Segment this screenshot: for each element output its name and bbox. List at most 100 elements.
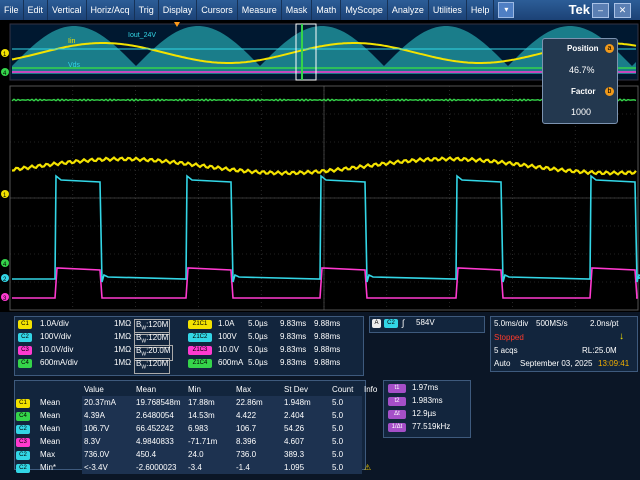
meas-cell: 5.0 bbox=[330, 448, 362, 461]
menu-measure[interactable]: Measure bbox=[238, 0, 282, 20]
meas-row[interactable]: C4 Mean 4.39A 2.6480054 14.53m 4.422 2.404 5.0 bbox=[14, 409, 388, 422]
menu-trig[interactable]: Trig bbox=[135, 0, 159, 20]
meas-cell: Max bbox=[40, 450, 56, 459]
menu-help[interactable]: Help bbox=[467, 0, 495, 20]
meas-channel-badge: C2 bbox=[16, 451, 30, 460]
menu-vertical[interactable]: Vertical bbox=[48, 0, 87, 20]
trigger-slope-icon: ∫ bbox=[402, 318, 405, 328]
meas-cell: 5.0 bbox=[330, 422, 362, 435]
zoom-badge[interactable]: Z1C3 bbox=[188, 346, 212, 355]
channel-badge[interactable]: C4 bbox=[18, 359, 32, 368]
acq-state: Stopped bbox=[494, 333, 524, 342]
zoom-factor-value[interactable]: 1000 bbox=[571, 107, 591, 117]
label-vds: Vds bbox=[68, 62, 81, 69]
minimize-button[interactable]: – bbox=[592, 3, 609, 18]
channel-scale: 100V/div bbox=[40, 332, 72, 341]
meas-row[interactable]: C2 Mean 106.7V 66.452242 6.983 106.7 54.26 5.0 bbox=[14, 422, 388, 435]
meas-cell: 1.948m bbox=[282, 396, 330, 409]
zoom-time: 5.0µs bbox=[248, 345, 268, 354]
meas-cell: -1.4 bbox=[234, 461, 282, 474]
channel-impedance: 1MΩ bbox=[114, 319, 132, 328]
sample-rate: 500MS/s bbox=[536, 319, 568, 328]
meas-cell: 54.26 bbox=[282, 422, 330, 435]
resolution: 2.0ns/pt bbox=[590, 319, 619, 328]
channel-impedance: 1MΩ bbox=[114, 332, 132, 341]
zoom-badge[interactable]: Z1C4 bbox=[188, 359, 212, 368]
channel-impedance: 1MΩ bbox=[114, 358, 132, 367]
meas-row[interactable]: C2 Min* <-3.4V -2.6000023 -3.4 -1.4 1.095 5.0 ⚠ bbox=[14, 461, 388, 474]
zoom-scale: 100V bbox=[218, 332, 237, 341]
zoom-badge[interactable]: Z1C2 bbox=[188, 333, 212, 342]
meas-header: Mean bbox=[136, 385, 157, 394]
meas-cell: 4.39A bbox=[82, 409, 134, 422]
menu-mask[interactable]: Mask bbox=[282, 0, 313, 20]
label-iin: Iin bbox=[68, 38, 76, 45]
date: September 03, 2025 bbox=[520, 359, 593, 368]
meas-cell: 736.0 bbox=[234, 448, 282, 461]
zoom-cursor-a: 9.83ms bbox=[280, 319, 307, 328]
meas-row[interactable]: C1 Mean 20.37mA 19.768548m 17.88m 22.86m 1.948… bbox=[14, 396, 388, 409]
trigger-mode-badge: A bbox=[372, 319, 381, 328]
knob-b-icon[interactable]: b bbox=[605, 87, 614, 96]
label-iout: Iout_24V bbox=[128, 32, 156, 39]
meas-cell: 14.53m bbox=[186, 409, 234, 422]
menu-cursors[interactable]: Cursors bbox=[197, 0, 238, 20]
menu-utilities[interactable]: Utilities bbox=[429, 0, 467, 20]
menu-file[interactable]: File bbox=[0, 0, 24, 20]
meas-cell: 389.3 bbox=[282, 448, 330, 461]
meas-header bbox=[38, 383, 82, 396]
meas-cell: Mean bbox=[40, 424, 61, 433]
meas-cell: 8.396 bbox=[234, 435, 282, 448]
channel-badge[interactable]: C3 bbox=[18, 346, 32, 355]
meas-channel-badge: C2 bbox=[16, 425, 30, 434]
meas-row[interactable]: C3 Mean 8.3V 4.9840833 -71.71m 8.396 4.607 5.0 bbox=[14, 435, 388, 448]
meas-cell: 5.0 bbox=[330, 396, 362, 409]
zoom-cursor-b: 9.88ms bbox=[314, 332, 341, 341]
menu-edit[interactable]: Edit bbox=[24, 0, 49, 20]
meas-cell: 5.0 bbox=[330, 461, 362, 474]
meas-header: Value bbox=[84, 385, 104, 394]
meas-cell: 20.37mA bbox=[82, 396, 134, 409]
meas-cell: Min* bbox=[40, 463, 57, 472]
zoom-badge[interactable]: Z1C1 bbox=[188, 320, 212, 329]
zoom-position-value[interactable]: 46.7% bbox=[569, 65, 595, 75]
zoom-control-panel[interactable]: Position a 46.7% Factor b 1000 bbox=[542, 38, 618, 124]
meas-cell: 106.7V bbox=[82, 422, 134, 435]
channel-badge[interactable]: C1 bbox=[18, 320, 32, 329]
meas-channel: C4 bbox=[14, 409, 38, 422]
zoom-scale: 1.0A bbox=[218, 319, 235, 328]
cursor-badge: t2 bbox=[388, 397, 406, 406]
channel-scale: 600mA/div bbox=[40, 358, 78, 367]
meas-header bbox=[14, 383, 38, 396]
meas-row[interactable]: C2 Max 736.0V 450.4 24.0 736.0 389.3 5.0 bbox=[14, 448, 388, 461]
meas-cell: <-3.4V bbox=[82, 461, 134, 474]
meas-info bbox=[362, 448, 388, 461]
cursor-value: 12.9µs bbox=[412, 409, 437, 418]
meas-cell: 66.452242 bbox=[134, 422, 186, 435]
menu-display[interactable]: Display bbox=[159, 0, 198, 20]
meas-cell: 4.607 bbox=[282, 435, 330, 448]
channel-badge[interactable]: C2 bbox=[18, 333, 32, 342]
meas-cell: Mean bbox=[40, 398, 61, 407]
trigger-source-badge: C2 bbox=[384, 319, 398, 328]
meas-header: Count bbox=[332, 385, 354, 394]
menu-myscope[interactable]: MyScope bbox=[341, 0, 388, 20]
channel-bandwidth: BW:120M bbox=[134, 358, 171, 374]
menu-math[interactable]: Math bbox=[312, 0, 342, 20]
meas-cell: 1.095 bbox=[282, 461, 330, 474]
meas-channel: C3 bbox=[14, 435, 38, 448]
meas-header: St Dev bbox=[284, 385, 309, 394]
menu-analyze[interactable]: Analyze bbox=[388, 0, 429, 20]
meas-cell: Mean bbox=[40, 437, 61, 446]
knob-a-icon[interactable]: a bbox=[605, 44, 614, 53]
acq-count: 5 acqs bbox=[494, 346, 518, 355]
menu-horiz-acq[interactable]: Horiz/Acq bbox=[87, 0, 135, 20]
zoom-position-label: Position bbox=[567, 44, 599, 53]
chevron-down-icon[interactable]: ▾ bbox=[498, 2, 515, 18]
meas-cell: -71.71m bbox=[186, 435, 234, 448]
zoom-cursor-b: 9.88ms bbox=[314, 345, 341, 354]
meas-cell: -3.4 bbox=[186, 461, 234, 474]
warning-icon: ⚠ bbox=[364, 463, 372, 472]
close-button[interactable]: ✕ bbox=[614, 3, 631, 18]
zoom-time: 5.0µs bbox=[248, 319, 268, 328]
